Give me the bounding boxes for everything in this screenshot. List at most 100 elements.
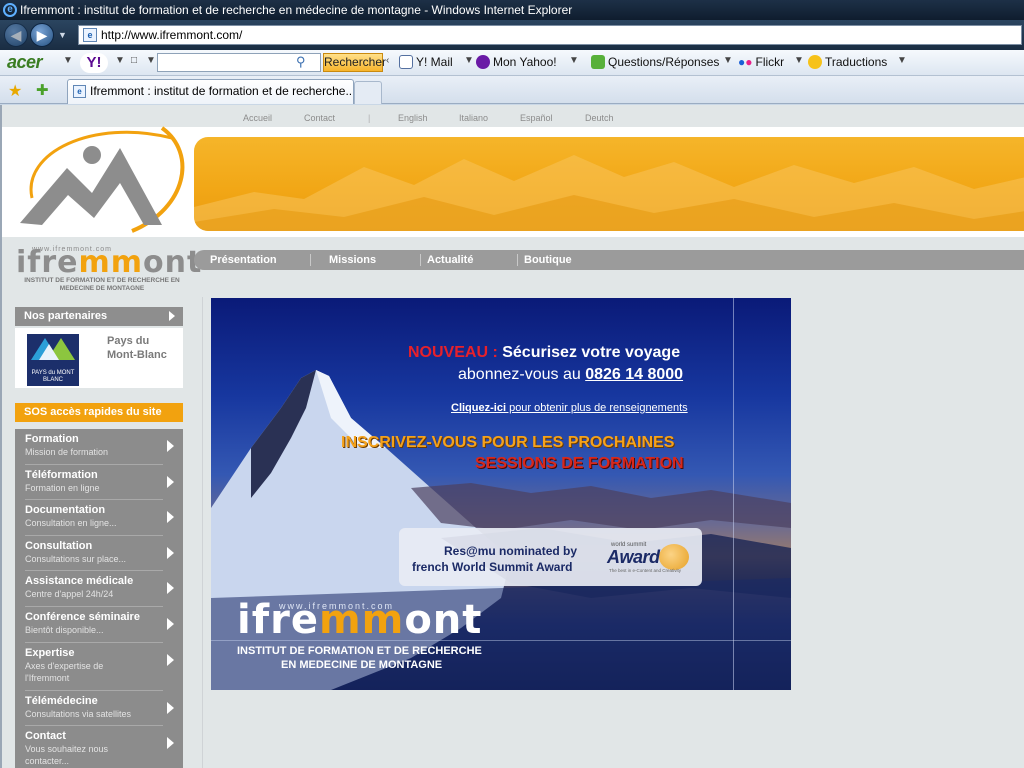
flickr-icon-pink: ● [745,55,753,69]
rechercher-button[interactable]: Rechercher [323,53,386,72]
award-box[interactable]: Res@mu nominated by french World Summit … [399,528,702,586]
url-input[interactable]: e http://www.ifremmont.com/ [78,25,1022,45]
menu-item-telemedecine[interactable]: Télémédecine Consultations via satellite… [15,691,183,727]
partners-header[interactable]: Nos partenaires [15,307,183,326]
hero-brand-pre: ifre [237,597,319,643]
topnav-deutch[interactable]: Deutch [585,113,614,123]
traductions-label: Traductions [825,55,888,69]
secure-label: Sécurisez votre voyage [502,344,681,361]
partner-name[interactable]: Pays du Mont-Blanc [107,334,177,362]
chevron-right-icon [167,618,174,630]
hero-inscrivez[interactable]: INSCRIVEZ-VOUS POUR LES PROCHAINES [341,434,674,452]
partner-card[interactable]: PAYS du MONT BLANC Pays du Mont-Blanc [15,328,183,388]
topnav-english[interactable]: English [398,113,428,123]
back-button[interactable]: ◀ [4,23,28,47]
tab-active[interactable]: e Ifremmont : institut de formation et d… [67,79,354,104]
search-icon[interactable]: ⚲ [296,54,306,70]
mountain-banner [194,137,1024,231]
topnav-italiano[interactable]: Italiano [459,113,488,123]
menu-item-documentation[interactable]: Documentation Consultation en ligne... [15,500,183,536]
address-bar: ◀ ▶ ▼ e http://www.ifremmont.com/ [0,20,1024,50]
mon-yahoo-button[interactable]: Mon Yahoo! [476,55,557,69]
menu-item-title: Formation [25,433,79,445]
brand-word-pre: ifre [16,245,79,280]
yahoo-logo[interactable]: Y! [80,53,108,73]
web-page: Accueil Contact | English Italiano Españ… [0,105,1024,768]
add-favorites-icon[interactable]: ✚ [36,81,49,99]
menu-item-conference[interactable]: Conférence séminaire Bientôt disponible.… [15,607,183,643]
ymail-label: Y! Mail [416,55,453,69]
topnav-accueil[interactable]: Accueil [243,113,272,123]
pays-mont-blanc-logo: PAYS du MONT BLANC [27,334,79,386]
mon-yahoo-dropdown-icon[interactable]: ▼ [569,55,579,66]
globe-icon [659,544,689,570]
partners-title: Nos partenaires [24,310,108,322]
chevron-right-icon [167,737,174,750]
history-dropdown-icon[interactable]: ▼ [58,30,67,40]
yahoo-dropdown-icon[interactable]: ▼ [115,55,125,66]
nav-missions[interactable]: Missions [329,250,376,270]
menu-item-subtitle: Consultation en ligne... [25,518,117,529]
award-big: Award [607,547,660,567]
phone-link[interactable]: 0826 14 8000 [585,366,683,383]
menu-item-title: Télémédecine [25,694,98,707]
translate-icon [808,55,822,69]
menu-item-teleformation[interactable]: Téléformation Formation en ligne [15,465,183,501]
traductions-dropdown-icon[interactable]: ▼ [897,55,907,66]
hero-sessions[interactable]: SESSIONS DE FORMATION [475,455,684,473]
chevron-right-icon [167,546,174,559]
menu-item-expertise[interactable]: Expertise Axes d'expertise de l'Ifremmon… [15,643,183,691]
menu-item-assistance[interactable]: Assistance médicale Centre d'appel 24h/2… [15,571,183,607]
new-tab-button[interactable] [354,81,382,104]
menu-item-subtitle: Consultations via satellites [25,708,132,719]
menu-item-subtitle: Consultations sur place... [25,553,127,564]
pencil-icon[interactable]: □ [131,55,137,66]
flickr-button[interactable]: ●● Flickr [738,55,784,69]
hero-nouveau: NOUVEAU : Sécurisez votre voyage [408,344,680,362]
questions-button[interactable]: Questions/Réponses [591,55,719,69]
menu-item-formation[interactable]: Formation Mission de formation [15,429,183,465]
answers-icon [591,55,605,69]
hero-banner[interactable]: NOUVEAU : Sécurisez votre voyage abonnez… [211,298,791,690]
traductions-button[interactable]: Traductions [808,55,887,69]
topnav-contact[interactable]: Contact [304,113,335,123]
acer-dropdown-icon[interactable]: ▼ [63,55,73,66]
menu-item-consultation[interactable]: Consultation Consultations sur place... [15,536,183,572]
award-line2: french World Summit Award [412,560,573,574]
menu-item-title: Assistance médicale [25,575,134,588]
logo-text: PAYS du MONT BLANC [31,370,75,383]
nav-presentation[interactable]: Présentation [210,250,277,270]
flickr-dropdown-icon[interactable]: ▼ [794,55,804,66]
main-nav: Présentation Missions Actualité Boutique [194,250,1024,270]
chevron-right-icon [167,511,174,524]
window-title: Ifremmont : institut de formation et de … [20,3,573,17]
ymail-button[interactable]: Y! Mail [399,55,453,69]
tab-page-icon: e [73,85,86,98]
menu-item-contact[interactable]: Contact Vous souhaitez nous contacter... [15,726,183,768]
chevron-right-icon [167,475,174,488]
cliquez-ici-link[interactable]: Cliquez-ici pour obtenir plus de renseig… [451,402,688,414]
award-line1: Res@mu nominated by [444,544,578,558]
questions-label: Questions/Réponses [608,55,720,69]
pencil-dropdown-icon[interactable]: ▼ [146,55,156,66]
hero-brand-post: ont [404,597,483,643]
nav-actualite[interactable]: Actualité [427,250,473,270]
forward-button[interactable]: ▶ [30,23,54,47]
chevron-right-icon [167,701,174,714]
topnav-espanol[interactable]: Español [520,113,553,123]
cliquez-rest: pour obtenir plus de renseignements [506,402,688,414]
menu-item-title: Contact [25,730,66,743]
nav-boutique[interactable]: Boutique [524,250,572,270]
questions-dropdown-icon[interactable]: ▼ [723,55,733,66]
hero-divider [733,298,734,690]
nav-divider [420,254,421,266]
award-tag: The best in e-Content and Creativity [609,568,682,573]
hero-subtitle-1: INSTITUT DE FORMATION ET DE RECHERCHE [237,645,482,657]
window-titlebar: e Ifremmont : institut de formation et d… [0,0,1024,20]
hero-subtitle-2: EN MEDECINE DE MONTAGNE [281,659,443,671]
ymail-dropdown-icon[interactable]: ▼ [464,55,474,66]
acer-logo[interactable]: acer [7,53,43,71]
ifremmont-logo-mark[interactable] [12,113,192,238]
favorites-star-icon[interactable]: ★ [8,81,22,101]
brand-wordmark[interactable]: ifremmont [16,248,202,278]
